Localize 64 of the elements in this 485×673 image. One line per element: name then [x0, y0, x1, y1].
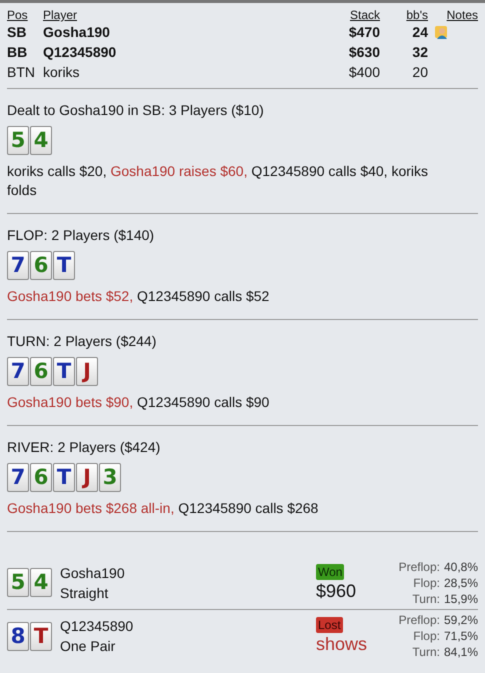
equity-label: Preflop: — [398, 558, 440, 574]
equity-value: 71,5% — [444, 628, 478, 644]
big-blinds-count: 20 — [412, 64, 428, 80]
equity-label: Preflop: — [398, 612, 440, 628]
action-line: Gosha190 bets $268 all-in, Q12345890 calls $268 — [7, 499, 320, 518]
result-amount: shows — [316, 633, 368, 655]
street-title: TURN: 2 Players ($244) — [7, 332, 158, 350]
equity-value: 84,1% — [444, 644, 478, 660]
result-badge: Lost — [316, 617, 343, 633]
equity-value: 59,2% — [444, 612, 478, 628]
playing-card: 6 — [30, 357, 52, 386]
playing-card: 7 — [7, 251, 29, 280]
stack-amount: $470 — [348, 24, 380, 40]
position-label: BB — [7, 43, 28, 62]
equity-value: 15,9% — [444, 590, 478, 606]
playing-card: J — [76, 463, 98, 492]
street-title: FLOP: 2 Players ($140) — [7, 226, 156, 244]
person-note-icon[interactable] — [434, 25, 449, 40]
playing-card: 7 — [7, 357, 29, 386]
player-name: koriks — [43, 63, 81, 82]
playing-card: T — [53, 251, 75, 280]
column-header[interactable]: Player — [43, 8, 78, 22]
result-badge: Won — [316, 564, 344, 580]
playing-card: 4 — [30, 568, 52, 597]
street-title: Dealt to Gosha190 in SB: 3 Players ($10) — [7, 101, 265, 119]
big-blinds-count: 32 — [412, 44, 428, 60]
playing-card: T — [30, 622, 52, 650]
playing-card: 7 — [7, 463, 29, 492]
equity-value: 40,8% — [444, 558, 478, 574]
column-header[interactable]: Pos — [7, 8, 28, 22]
result-amount: $960 — [316, 580, 356, 602]
equity-value: 28,5% — [444, 574, 478, 590]
playing-card: 4 — [30, 126, 52, 155]
equity-label: Flop: — [412, 628, 440, 644]
playing-card: T — [53, 463, 75, 492]
hand-rank: One Pair — [60, 637, 116, 656]
stack-amount: $630 — [348, 44, 380, 60]
position-label: BTN — [7, 63, 36, 82]
playing-card: J — [76, 357, 98, 386]
playing-card: 8 — [7, 622, 29, 650]
street-title: RIVER: 2 Players ($424) — [7, 438, 162, 456]
player-name: Q12345890 — [43, 43, 118, 62]
playing-card: 6 — [30, 251, 52, 280]
position-label: SB — [7, 23, 28, 42]
stack-amount: $400 — [348, 64, 380, 80]
playing-card: 3 — [99, 463, 121, 492]
equity-label: Flop: — [412, 574, 440, 590]
hand-rank: Straight — [60, 584, 110, 602]
equity-label: Turn: — [411, 644, 440, 660]
player-name: Gosha190 — [60, 564, 126, 582]
player-name: Q12345890 — [60, 617, 134, 636]
playing-card: 5 — [7, 568, 29, 597]
column-header[interactable]: Notes — [446, 8, 478, 22]
equity-label: Turn: — [411, 590, 440, 606]
action-line: Gosha190 bets $52, Q12345890 calls $52 — [7, 287, 270, 306]
action-line: koriks calls $20, Gosha190 raises $60, Q12345890 calls $40, koriks folds — [7, 162, 430, 200]
column-header[interactable]: Stack — [350, 8, 380, 22]
playing-card: T — [53, 357, 75, 386]
column-header[interactable]: bb's — [406, 8, 428, 22]
playing-card: 6 — [30, 463, 52, 492]
big-blinds-count: 24 — [412, 24, 428, 40]
player-name: Gosha190 — [43, 23, 111, 42]
action-line: Gosha190 bets $90, Q12345890 calls $90 — [7, 393, 270, 412]
playing-card: 5 — [7, 126, 29, 155]
